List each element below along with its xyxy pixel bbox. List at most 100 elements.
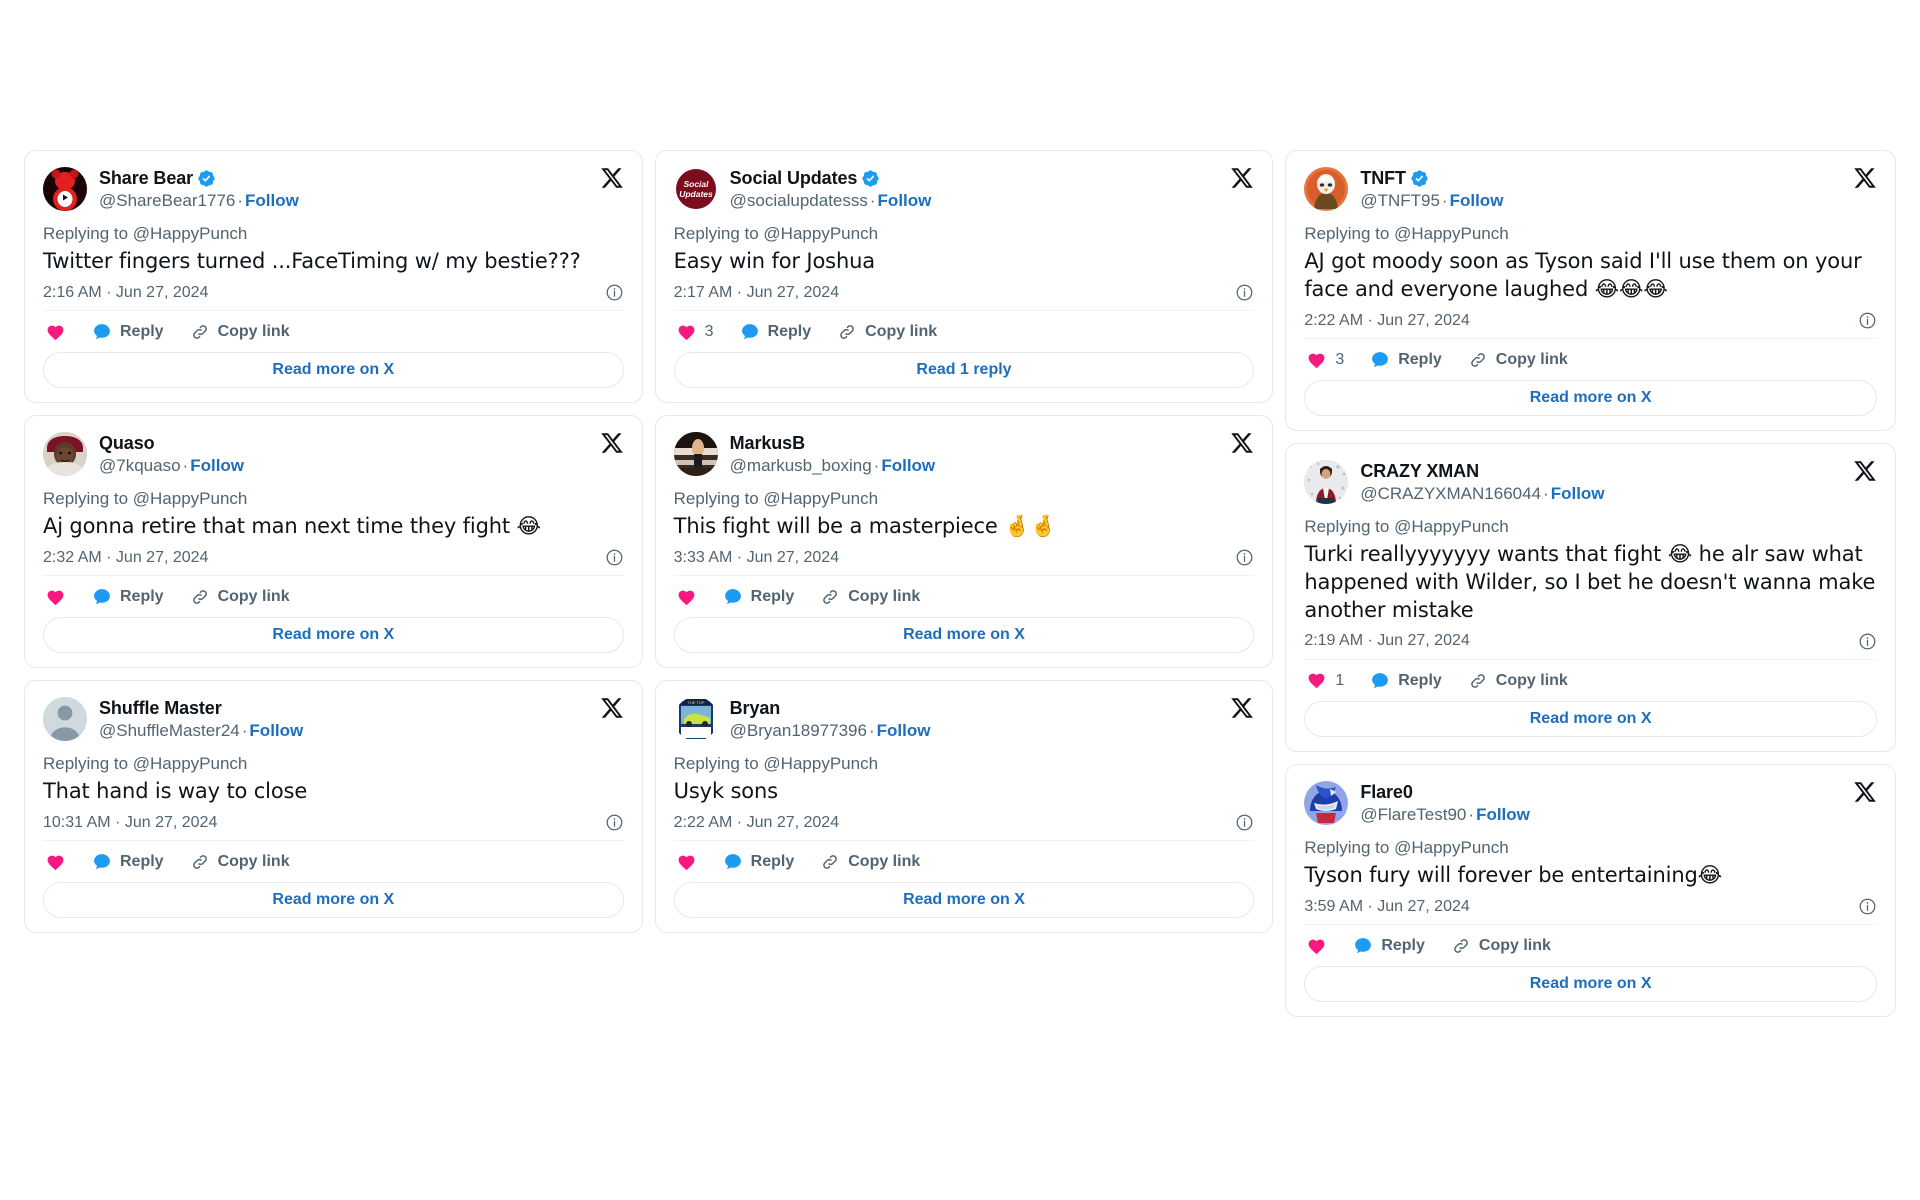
author-display-name[interactable]: MarkusB (730, 433, 805, 454)
author-handle[interactable]: @socialupdatesss (730, 191, 868, 210)
info-circle-icon[interactable] (605, 283, 624, 302)
info-circle-icon[interactable] (1235, 283, 1254, 302)
follow-link[interactable]: Follow (878, 191, 932, 210)
like-button[interactable] (45, 323, 66, 342)
copy-link-button[interactable]: Copy link (190, 852, 290, 872)
author-display-name[interactable]: Share Bear (99, 168, 193, 189)
avatar[interactable] (1304, 167, 1349, 211)
reply-button[interactable]: Reply (92, 852, 164, 872)
follow-link[interactable]: Follow (1476, 805, 1530, 824)
avatar[interactable] (43, 432, 87, 477)
author-handle[interactable]: @7kquaso (99, 456, 181, 475)
copy-link-button[interactable]: Copy link (837, 322, 937, 342)
follow-link[interactable]: Follow (1450, 191, 1504, 210)
read-more-button[interactable]: Read more on X (43, 352, 624, 389)
author-handle[interactable]: @markusb_boxing (730, 456, 872, 475)
like-button[interactable] (45, 853, 66, 872)
author-handle-line: @Bryan18977396 · Follow (730, 721, 1255, 741)
author-display-name[interactable]: TNFT (1360, 168, 1406, 189)
like-button[interactable]: 3 (676, 323, 714, 342)
follow-link[interactable]: Follow (245, 191, 299, 210)
x-logo-icon[interactable] (600, 431, 624, 455)
read-more-button[interactable]: Read more on X (1304, 380, 1878, 417)
x-logo-icon[interactable] (1230, 696, 1254, 720)
copy-link-button[interactable]: Copy link (820, 587, 920, 607)
author-handle[interactable]: @CRAZYXMAN166044 (1360, 484, 1541, 503)
read-more-button[interactable]: Read more on X (673, 882, 1255, 919)
replying-to-label: Replying to @HappyPunch (673, 754, 879, 774)
author-name-line: Shuffle Master (99, 698, 624, 719)
avatar[interactable] (1304, 460, 1349, 505)
author-display-name[interactable]: CRAZY XMAN (1360, 461, 1479, 482)
follow-link[interactable]: Follow (877, 721, 931, 740)
author-display-name[interactable]: Flare0 (1360, 782, 1413, 803)
x-logo-icon[interactable] (1853, 459, 1877, 483)
read-more-button[interactable]: Read more on X (1304, 700, 1878, 737)
tweet-text: That hand is way to close (43, 779, 308, 804)
x-logo-icon[interactable] (1853, 166, 1877, 190)
follow-link[interactable]: Follow (1551, 484, 1605, 503)
info-circle-icon[interactable] (1858, 632, 1877, 651)
reply-button[interactable]: Reply (92, 587, 164, 607)
author-display-name[interactable]: Shuffle Master (99, 698, 222, 719)
tweet-header: CRAZY XMAN @CRAZYXMAN166044 · Follow (1304, 460, 1877, 505)
reply-button[interactable]: Reply (92, 322, 164, 342)
avatar[interactable] (673, 432, 718, 477)
reply-button[interactable]: Reply (723, 587, 794, 607)
author-handle[interactable]: @ShuffleMaster24 (99, 721, 240, 740)
info-circle-icon[interactable] (1235, 548, 1254, 567)
info-circle-icon[interactable] (605, 548, 624, 567)
read-more-button[interactable]: Read more on X (1304, 966, 1878, 1003)
avatar[interactable] (1304, 780, 1349, 825)
read-more-button[interactable]: Read 1 reply (673, 352, 1255, 389)
author-handle[interactable]: @ShareBear1776 (99, 191, 235, 210)
author-handle[interactable]: @TNFT95 (1360, 191, 1440, 210)
avatar[interactable] (43, 697, 87, 742)
follow-link[interactable]: Follow (190, 456, 244, 475)
copy-link-button[interactable]: Copy link (1468, 350, 1568, 370)
reply-button[interactable]: Reply (1370, 671, 1442, 691)
info-circle-icon[interactable] (1235, 813, 1254, 832)
author-handle[interactable]: @FlareTest90 (1360, 805, 1466, 824)
author-display-name[interactable]: Bryan (730, 698, 781, 719)
copy-link-button[interactable]: Copy link (820, 852, 920, 872)
copy-link-button[interactable]: Copy link (1451, 936, 1551, 956)
author-display-name[interactable]: Quaso (99, 433, 155, 454)
reply-button[interactable]: Reply (1370, 350, 1442, 370)
reply-button[interactable]: Reply (723, 852, 794, 872)
speech-bubble-icon (92, 587, 112, 607)
x-logo-icon[interactable] (600, 696, 624, 720)
like-button[interactable]: 1 (1306, 671, 1344, 690)
copy-link-button[interactable]: Copy link (190, 587, 290, 607)
reply-button[interactable]: Reply (740, 322, 811, 342)
x-logo-icon[interactable] (1230, 166, 1254, 190)
avatar[interactable]: Social Updates (673, 167, 718, 211)
like-button[interactable] (676, 853, 697, 872)
copy-link-button[interactable]: Copy link (1468, 671, 1568, 691)
avatar[interactable]: THE TOP (673, 697, 718, 742)
tweet-meta-row: 2:22 AM · Jun 27, 2024 (674, 813, 1255, 832)
tweet-card: Flare0 @FlareTest90 · Follow Replying to @Ha… (1285, 763, 1897, 1018)
info-circle-icon[interactable] (1858, 311, 1877, 330)
speech-bubble-icon (92, 322, 112, 342)
like-button[interactable] (676, 588, 697, 607)
info-circle-icon[interactable] (605, 813, 624, 832)
read-more-button[interactable]: Read more on X (673, 617, 1255, 654)
follow-link[interactable]: Follow (881, 456, 935, 475)
author-handle[interactable]: @Bryan18977396 (730, 721, 867, 740)
copy-link-button[interactable]: Copy link (190, 322, 290, 342)
avatar[interactable] (43, 167, 87, 211)
x-logo-icon[interactable] (1853, 780, 1877, 804)
read-more-button[interactable]: Read more on X (43, 882, 624, 919)
reply-button[interactable]: Reply (1353, 936, 1425, 956)
info-circle-icon[interactable] (1858, 897, 1877, 916)
like-button[interactable] (45, 588, 66, 607)
like-button[interactable]: 3 (1306, 351, 1344, 370)
x-logo-icon[interactable] (1230, 431, 1254, 455)
like-button[interactable] (1306, 937, 1327, 956)
follow-link[interactable]: Follow (249, 721, 303, 740)
tweet-timestamp: 2:22 AM · Jun 27, 2024 (1304, 311, 1470, 329)
author-display-name[interactable]: Social Updates (730, 168, 858, 189)
read-more-button[interactable]: Read more on X (43, 617, 624, 654)
x-logo-icon[interactable] (600, 166, 624, 190)
